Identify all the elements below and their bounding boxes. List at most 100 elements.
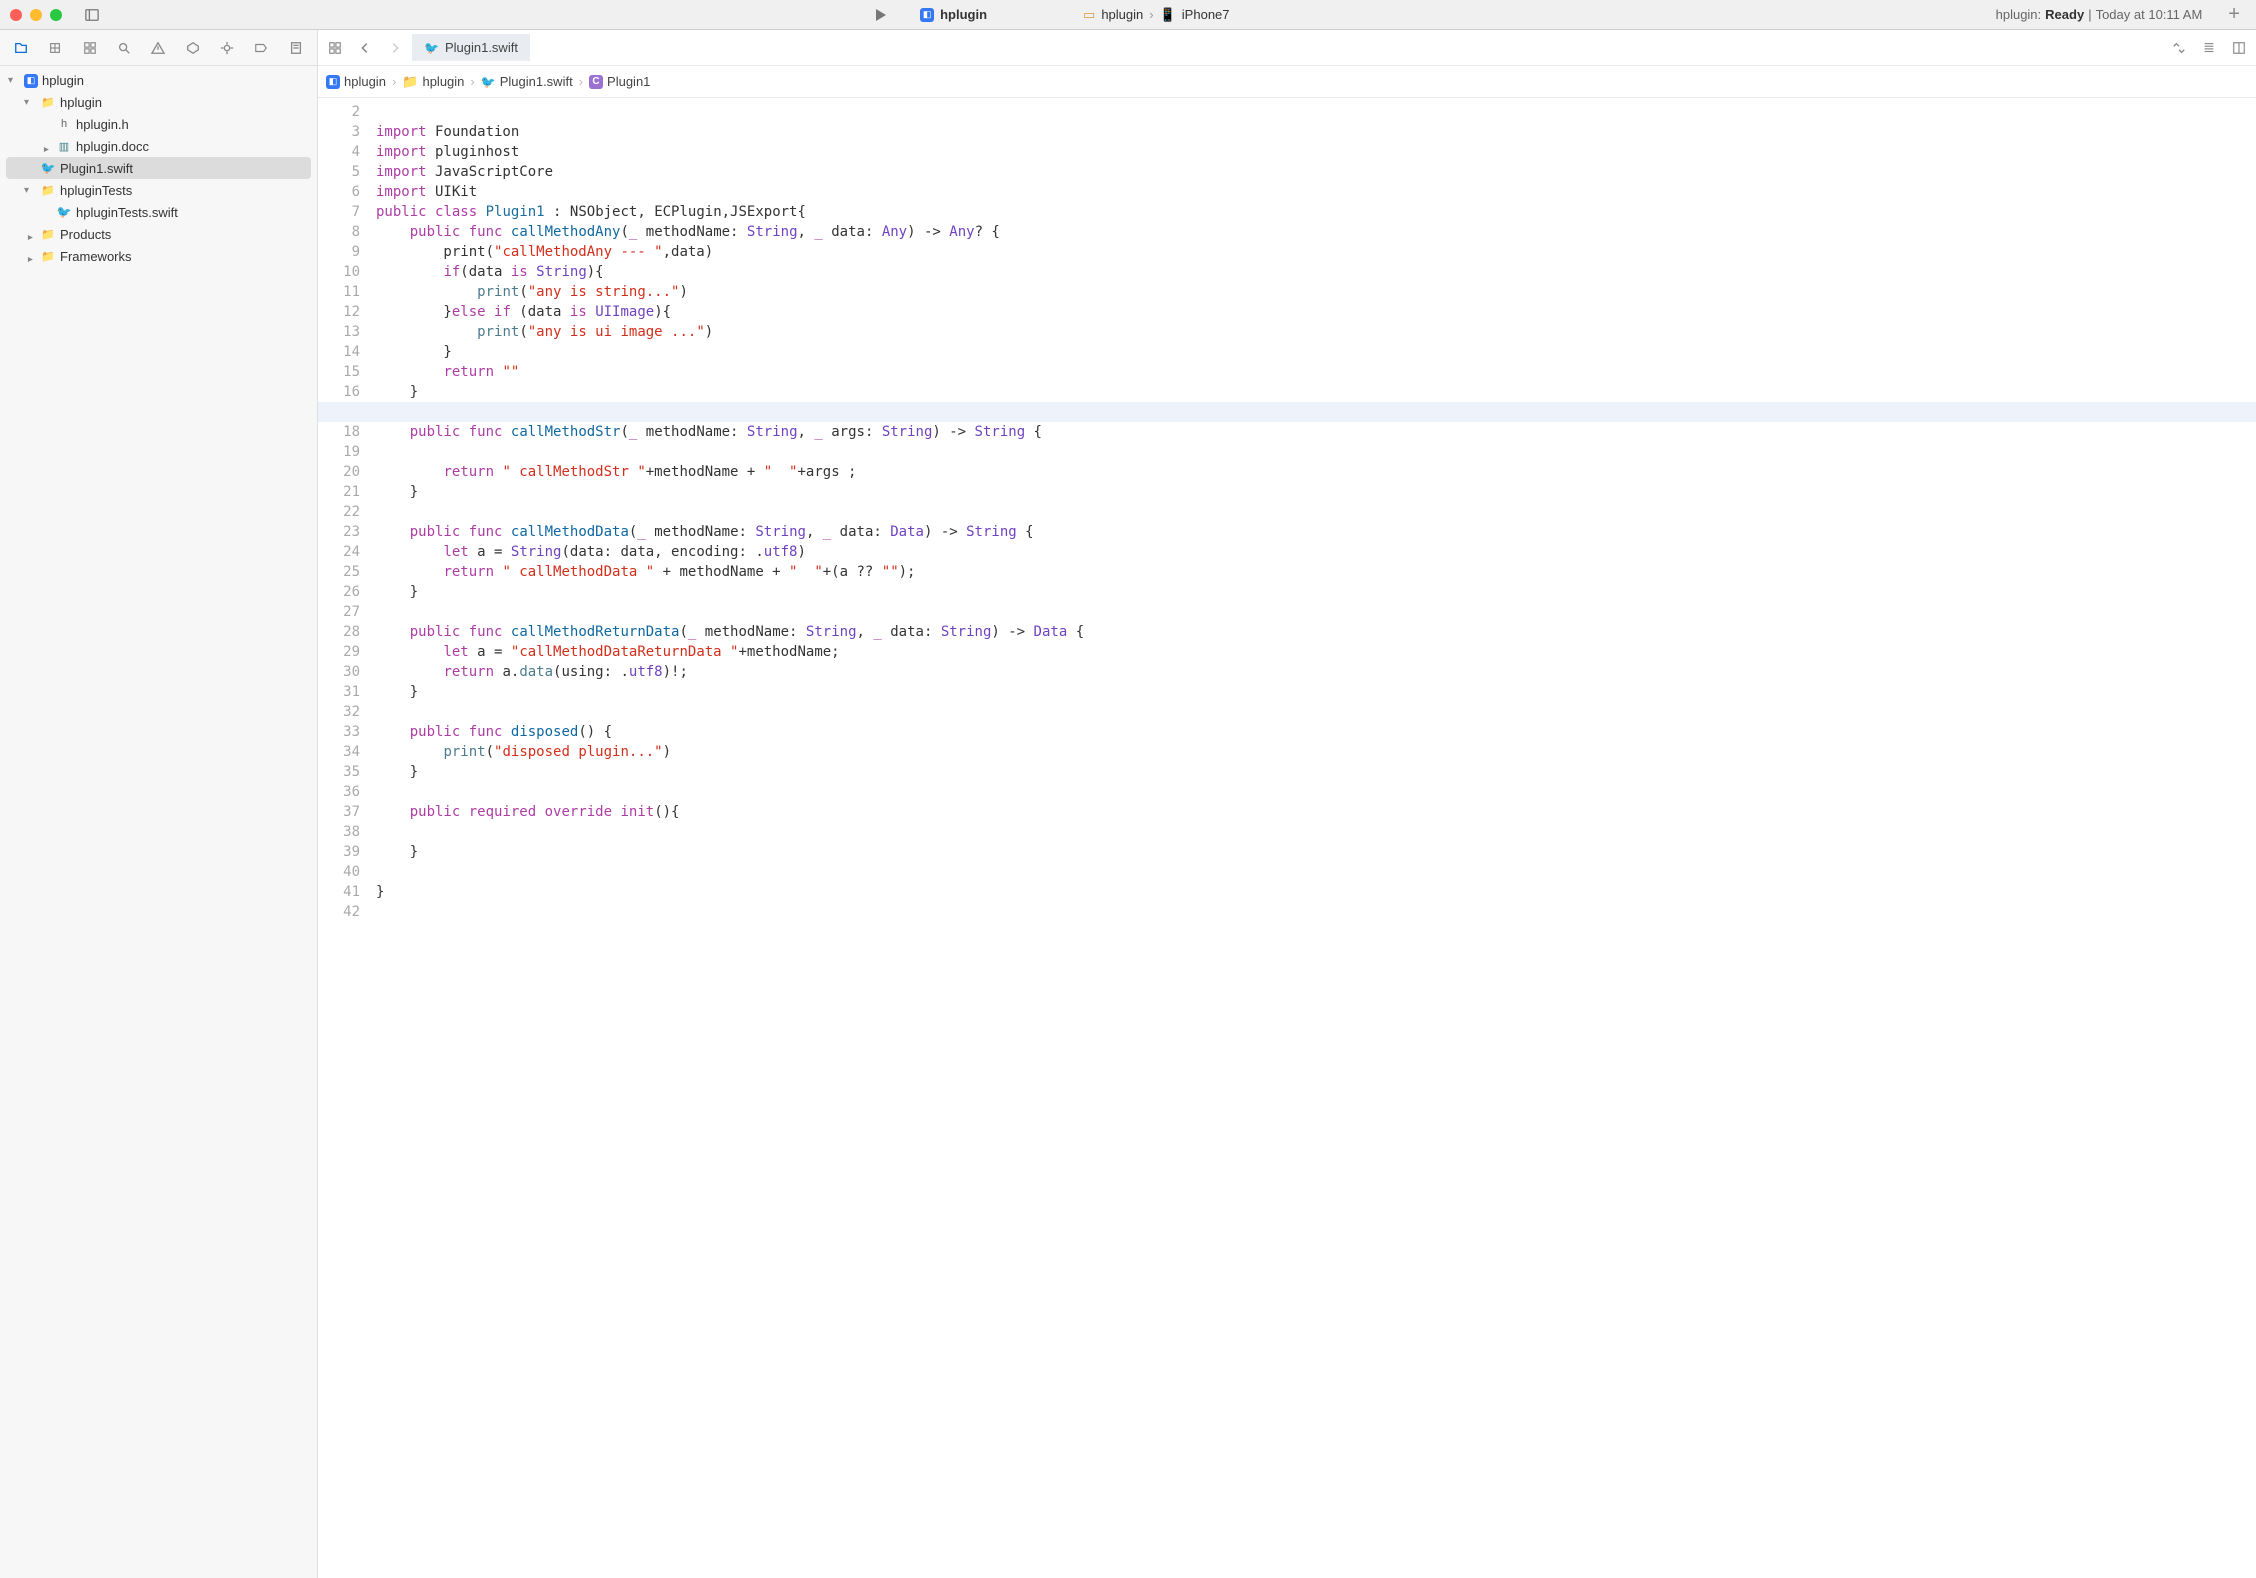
tree-file-header[interactable]: h hplugin.h [0, 113, 317, 135]
editor-tab-plugin1[interactable]: 🐦 Plugin1.swift [412, 34, 530, 61]
tree-folder-docc[interactable]: ▾ ▥ hplugin.docc [0, 135, 317, 157]
disclosure-triangle-icon[interactable]: ▾ [24, 250, 36, 262]
status-time: Today at 10:11 AM [2096, 7, 2203, 22]
navigator-sidebar: ▾ ◧ hplugin ▾ 📁 hplugin h hplugin.h ▾ ▥ … [0, 30, 318, 1578]
target-icon: ▭ [1083, 7, 1095, 23]
status-state: Ready [2045, 7, 2084, 22]
report-navigator-tab[interactable] [284, 36, 308, 60]
scheme-device-label: iPhone7 [1182, 7, 1230, 22]
jump-bar-file[interactable]: 🐦 Plugin1.swift [481, 74, 573, 89]
spacer [8, 162, 36, 174]
docc-icon: ▥ [56, 138, 72, 154]
tree-label: Products [60, 227, 111, 242]
find-navigator-tab[interactable] [112, 36, 136, 60]
zoom-window-button[interactable] [50, 9, 62, 21]
app-icon: ◧ [326, 75, 340, 89]
jump-label: hplugin [344, 74, 386, 89]
status-separator: | [2088, 7, 2091, 22]
navigator-tabs [0, 30, 317, 66]
add-tab-button[interactable]: + [2222, 3, 2246, 26]
tree-label: Plugin1.swift [60, 161, 133, 176]
spacer [40, 118, 52, 130]
tree-folder-tests[interactable]: ▾ 📁 hpluginTests [0, 179, 317, 201]
scheme-project-label: hplugin [940, 7, 987, 22]
disclosure-triangle-icon[interactable]: ▾ [8, 75, 20, 87]
disclosure-triangle-icon[interactable]: ▾ [24, 184, 36, 196]
history-forward-button[interactable] [382, 35, 408, 61]
class-icon: C [589, 75, 603, 89]
jump-bar-project[interactable]: ◧ hplugin [326, 74, 386, 89]
editor-tabbar: 🐦 Plugin1.swift [318, 30, 2256, 66]
tree-folder-frameworks[interactable]: ▾ 📁 Frameworks [0, 245, 317, 267]
folder-icon: 📁 [40, 94, 56, 110]
jump-label: hplugin [422, 74, 464, 89]
breakpoint-navigator-tab[interactable] [249, 36, 273, 60]
jump-label: Plugin1 [607, 74, 650, 89]
spacer [40, 206, 52, 218]
tree-file-plugin1-swift[interactable]: 🐦 Plugin1.swift [6, 157, 311, 179]
tab-label: Plugin1.swift [445, 40, 518, 55]
disclosure-triangle-icon[interactable]: ▾ [24, 228, 36, 240]
chevron-icon: › [390, 74, 398, 89]
editor-area: 🐦 Plugin1.swift ◧ hplugin › 📁 hplugin › [318, 30, 2256, 1578]
tree-label: hplugin.h [76, 117, 129, 132]
jump-bar[interactable]: ◧ hplugin › 📁 hplugin › 🐦 Plugin1.swift … [318, 66, 2256, 98]
header-file-icon: h [56, 116, 72, 132]
app-icon: ◧ [920, 8, 934, 22]
adjust-editor-button[interactable] [2196, 35, 2222, 61]
swift-file-icon: 🐦 [40, 160, 56, 176]
swift-file-icon: 🐦 [481, 75, 496, 89]
toggle-sidebar-button[interactable] [80, 3, 104, 27]
folder-icon: 📁 [40, 226, 56, 242]
swift-file-icon: 🐦 [56, 204, 72, 220]
tree-label: Frameworks [60, 249, 132, 264]
folder-icon: 📁 [40, 182, 56, 198]
issue-navigator-tab[interactable] [146, 36, 170, 60]
line-gutter[interactable]: 2345678910111213141516171819202122232425… [318, 98, 368, 1578]
project-tree: ▾ ◧ hplugin ▾ 📁 hplugin h hplugin.h ▾ ▥ … [0, 66, 317, 1578]
history-back-button[interactable] [352, 35, 378, 61]
chevron-icon: › [577, 74, 585, 89]
source-control-navigator-tab[interactable] [43, 36, 67, 60]
run-destination[interactable]: ▭ hplugin › 📱 iPhone7 [1075, 5, 1237, 25]
activity-status: hplugin: Ready | Today at 10:11 AM [1996, 7, 2203, 22]
project-icon: ◧ [24, 74, 38, 88]
related-items-button[interactable] [322, 35, 348, 61]
scheme-target-label: hplugin [1101, 7, 1143, 22]
tree-project-root[interactable]: ▾ ◧ hplugin [0, 70, 317, 91]
disclosure-triangle-icon[interactable]: ▾ [24, 96, 36, 108]
tree-label: hplugin [60, 95, 102, 110]
tree-label: hpluginTests [60, 183, 132, 198]
tree-label: hplugin [42, 73, 84, 88]
scheme-selector[interactable]: ◧ hplugin [912, 5, 995, 24]
device-icon: 📱 [1160, 7, 1176, 23]
code-content[interactable]: import Foundationimport pluginhostimport… [368, 98, 2256, 1578]
folder-icon: 📁 [402, 74, 418, 90]
chevron-icon: › [1149, 7, 1153, 22]
jump-bar-symbol[interactable]: C Plugin1 [589, 74, 650, 89]
close-window-button[interactable] [10, 9, 22, 21]
window-controls [10, 9, 62, 21]
jump-label: Plugin1.swift [500, 74, 573, 89]
tree-folder-hplugin[interactable]: ▾ 📁 hplugin [0, 91, 317, 113]
test-navigator-tab[interactable] [181, 36, 205, 60]
add-editor-button[interactable] [2226, 35, 2252, 61]
tree-file-tests-swift[interactable]: 🐦 hpluginTests.swift [0, 201, 317, 223]
symbol-navigator-tab[interactable] [78, 36, 102, 60]
tree-label: hplugin.docc [76, 139, 149, 154]
tree-folder-products[interactable]: ▾ 📁 Products [0, 223, 317, 245]
disclosure-triangle-icon[interactable]: ▾ [40, 140, 52, 152]
refresh-button[interactable] [2166, 35, 2192, 61]
minimize-window-button[interactable] [30, 9, 42, 21]
debug-navigator-tab[interactable] [215, 36, 239, 60]
project-navigator-tab[interactable] [9, 36, 33, 60]
chevron-icon: › [468, 74, 476, 89]
titlebar: ◧ hplugin ▭ hplugin › 📱 iPhone7 hplugin:… [0, 0, 2256, 30]
swift-file-icon: 🐦 [424, 41, 439, 55]
folder-icon: 📁 [40, 248, 56, 264]
status-prefix: hplugin: [1996, 7, 2042, 22]
tree-label: hpluginTests.swift [76, 205, 178, 220]
run-button[interactable] [868, 3, 892, 27]
code-editor[interactable]: 2345678910111213141516171819202122232425… [318, 98, 2256, 1578]
jump-bar-folder[interactable]: 📁 hplugin [402, 74, 464, 90]
